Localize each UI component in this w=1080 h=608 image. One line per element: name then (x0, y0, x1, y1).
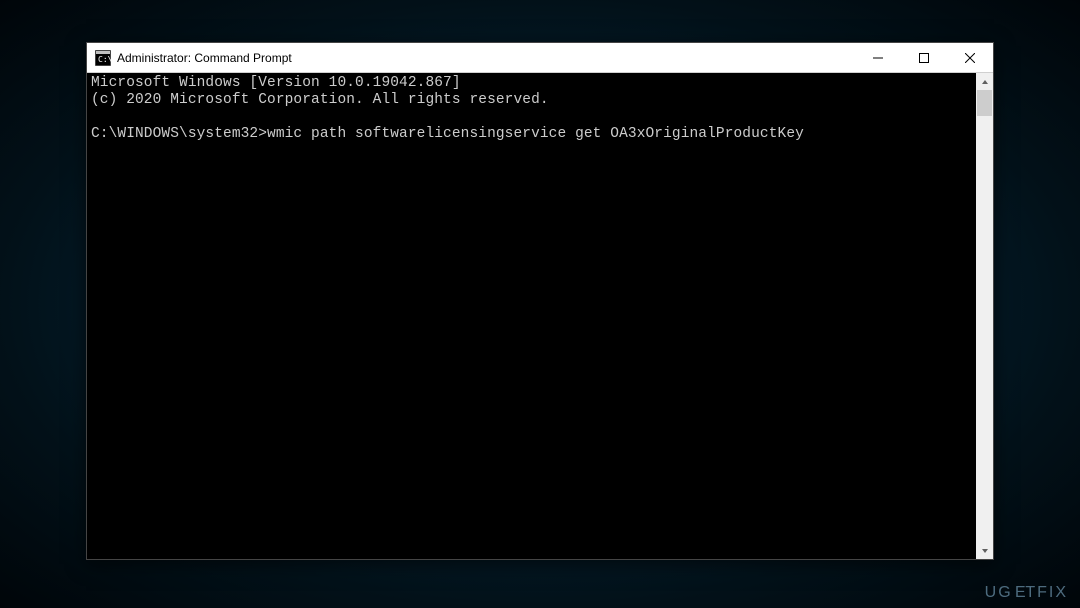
scroll-up-arrow-icon[interactable] (976, 73, 993, 90)
svg-text:C:\: C:\ (98, 55, 111, 64)
watermark-text: TFIX (1025, 584, 1068, 601)
console-prompt: C:\WINDOWS\system32> (91, 126, 267, 142)
watermark-text: UG (985, 584, 1013, 601)
console-line: (c) 2020 Microsoft Corporation. All righ… (91, 92, 549, 108)
console-command: wmic path softwarelicensingservice get O… (267, 126, 804, 142)
console-line: Microsoft Windows [Version 10.0.19042.86… (91, 75, 461, 91)
vertical-scrollbar[interactable] (976, 73, 993, 559)
close-button[interactable] (947, 43, 993, 72)
scroll-down-arrow-icon[interactable] (976, 542, 993, 559)
scroll-track[interactable] (976, 90, 993, 542)
watermark: UGƎTFIX (985, 584, 1068, 602)
window-controls (855, 43, 993, 72)
watermark-text: Ǝ (1013, 584, 1026, 602)
console-area[interactable]: Microsoft Windows [Version 10.0.19042.86… (87, 73, 993, 559)
minimize-button[interactable] (855, 43, 901, 72)
titlebar[interactable]: C:\ Administrator: Command Prompt (87, 43, 993, 73)
console-text: Microsoft Windows [Version 10.0.19042.86… (87, 73, 993, 145)
maximize-button[interactable] (901, 43, 947, 72)
window-title: Administrator: Command Prompt (117, 51, 855, 65)
cmd-icon: C:\ (95, 50, 111, 66)
command-prompt-window: C:\ Administrator: Command Prompt Micros… (86, 42, 994, 560)
scroll-thumb[interactable] (977, 90, 992, 116)
